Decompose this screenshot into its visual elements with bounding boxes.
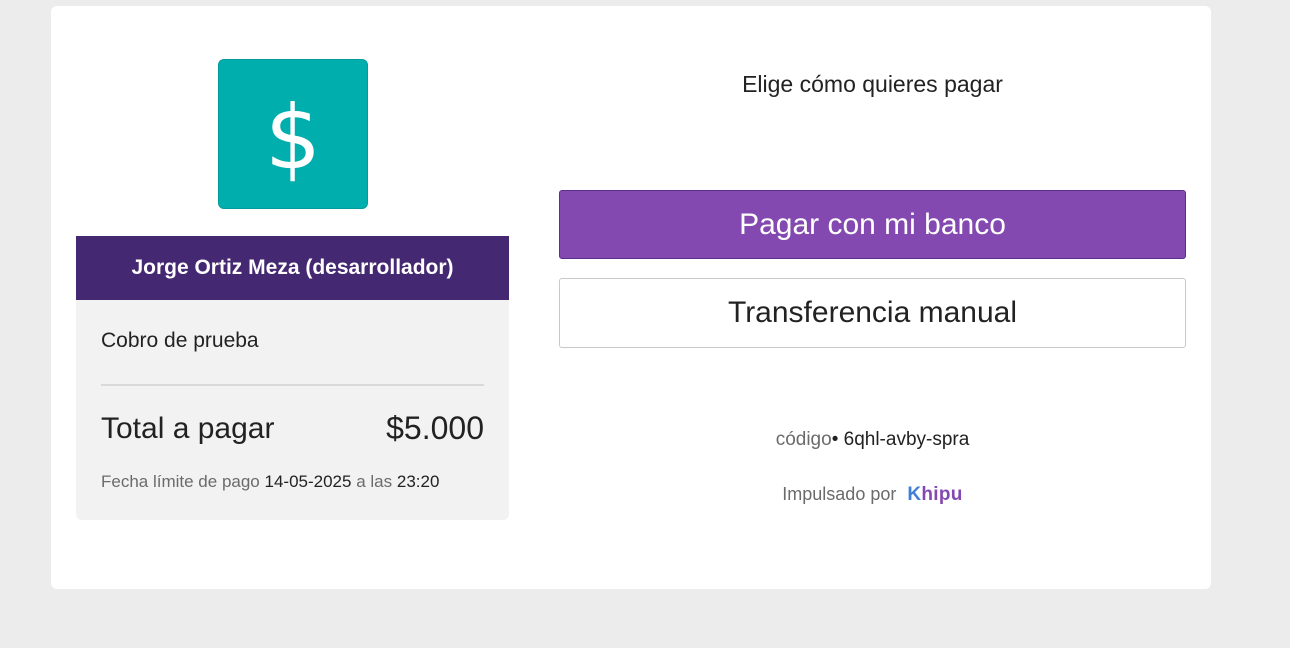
deadline-date: 14-05-2025 — [264, 472, 352, 491]
payment-deadline: Fecha límite de pago 14-05-2025 a las 23… — [101, 472, 439, 492]
khipu-logo: Khipu — [907, 484, 962, 506]
payment-options-title: Elige cómo quieres pagar — [742, 71, 1003, 97]
code-label: código — [775, 429, 832, 450]
dollar-sign-icon: $ — [265, 86, 321, 189]
payment-code: código• 6qhl-avby-spra — [559, 429, 1186, 451]
merchant-name: Jorge Ortiz Meza (desarrollador) — [131, 256, 454, 279]
powered-by: Impulsado por Khipu — [559, 484, 1186, 506]
powered-by-label: Impulsado por — [782, 484, 897, 504]
merchant-logo: $ — [218, 59, 368, 209]
manual-transfer-label: Transferencia manual — [727, 296, 1018, 329]
khipu-logo-rest: hipu — [921, 484, 963, 505]
total-amount: $5.000 — [386, 410, 484, 446]
pay-with-bank-label: Pagar con mi banco — [739, 207, 1006, 241]
svg-text:$: $ — [265, 86, 321, 189]
payment-description: Cobro de prueba — [101, 329, 259, 352]
khipu-logo-first-letter: K — [907, 484, 922, 505]
code-value: 6qhl-avby-spra — [843, 429, 970, 450]
payment-summary: Cobro de prueba Total a pagar $5.000 Fec… — [76, 300, 509, 520]
total-label: Total a pagar — [101, 412, 275, 445]
deadline-connector: a las — [356, 472, 393, 491]
manual-transfer-button[interactable]: Transferencia manual — [559, 278, 1186, 348]
deadline-time: 23:20 — [396, 472, 440, 491]
summary-divider — [101, 384, 484, 386]
deadline-prefix: Fecha límite de pago — [101, 472, 260, 491]
merchant-name-header: Jorge Ortiz Meza (desarrollador) — [76, 236, 509, 300]
code-separator: • — [831, 429, 839, 450]
pay-with-bank-button[interactable]: Pagar con mi banco — [559, 190, 1186, 259]
